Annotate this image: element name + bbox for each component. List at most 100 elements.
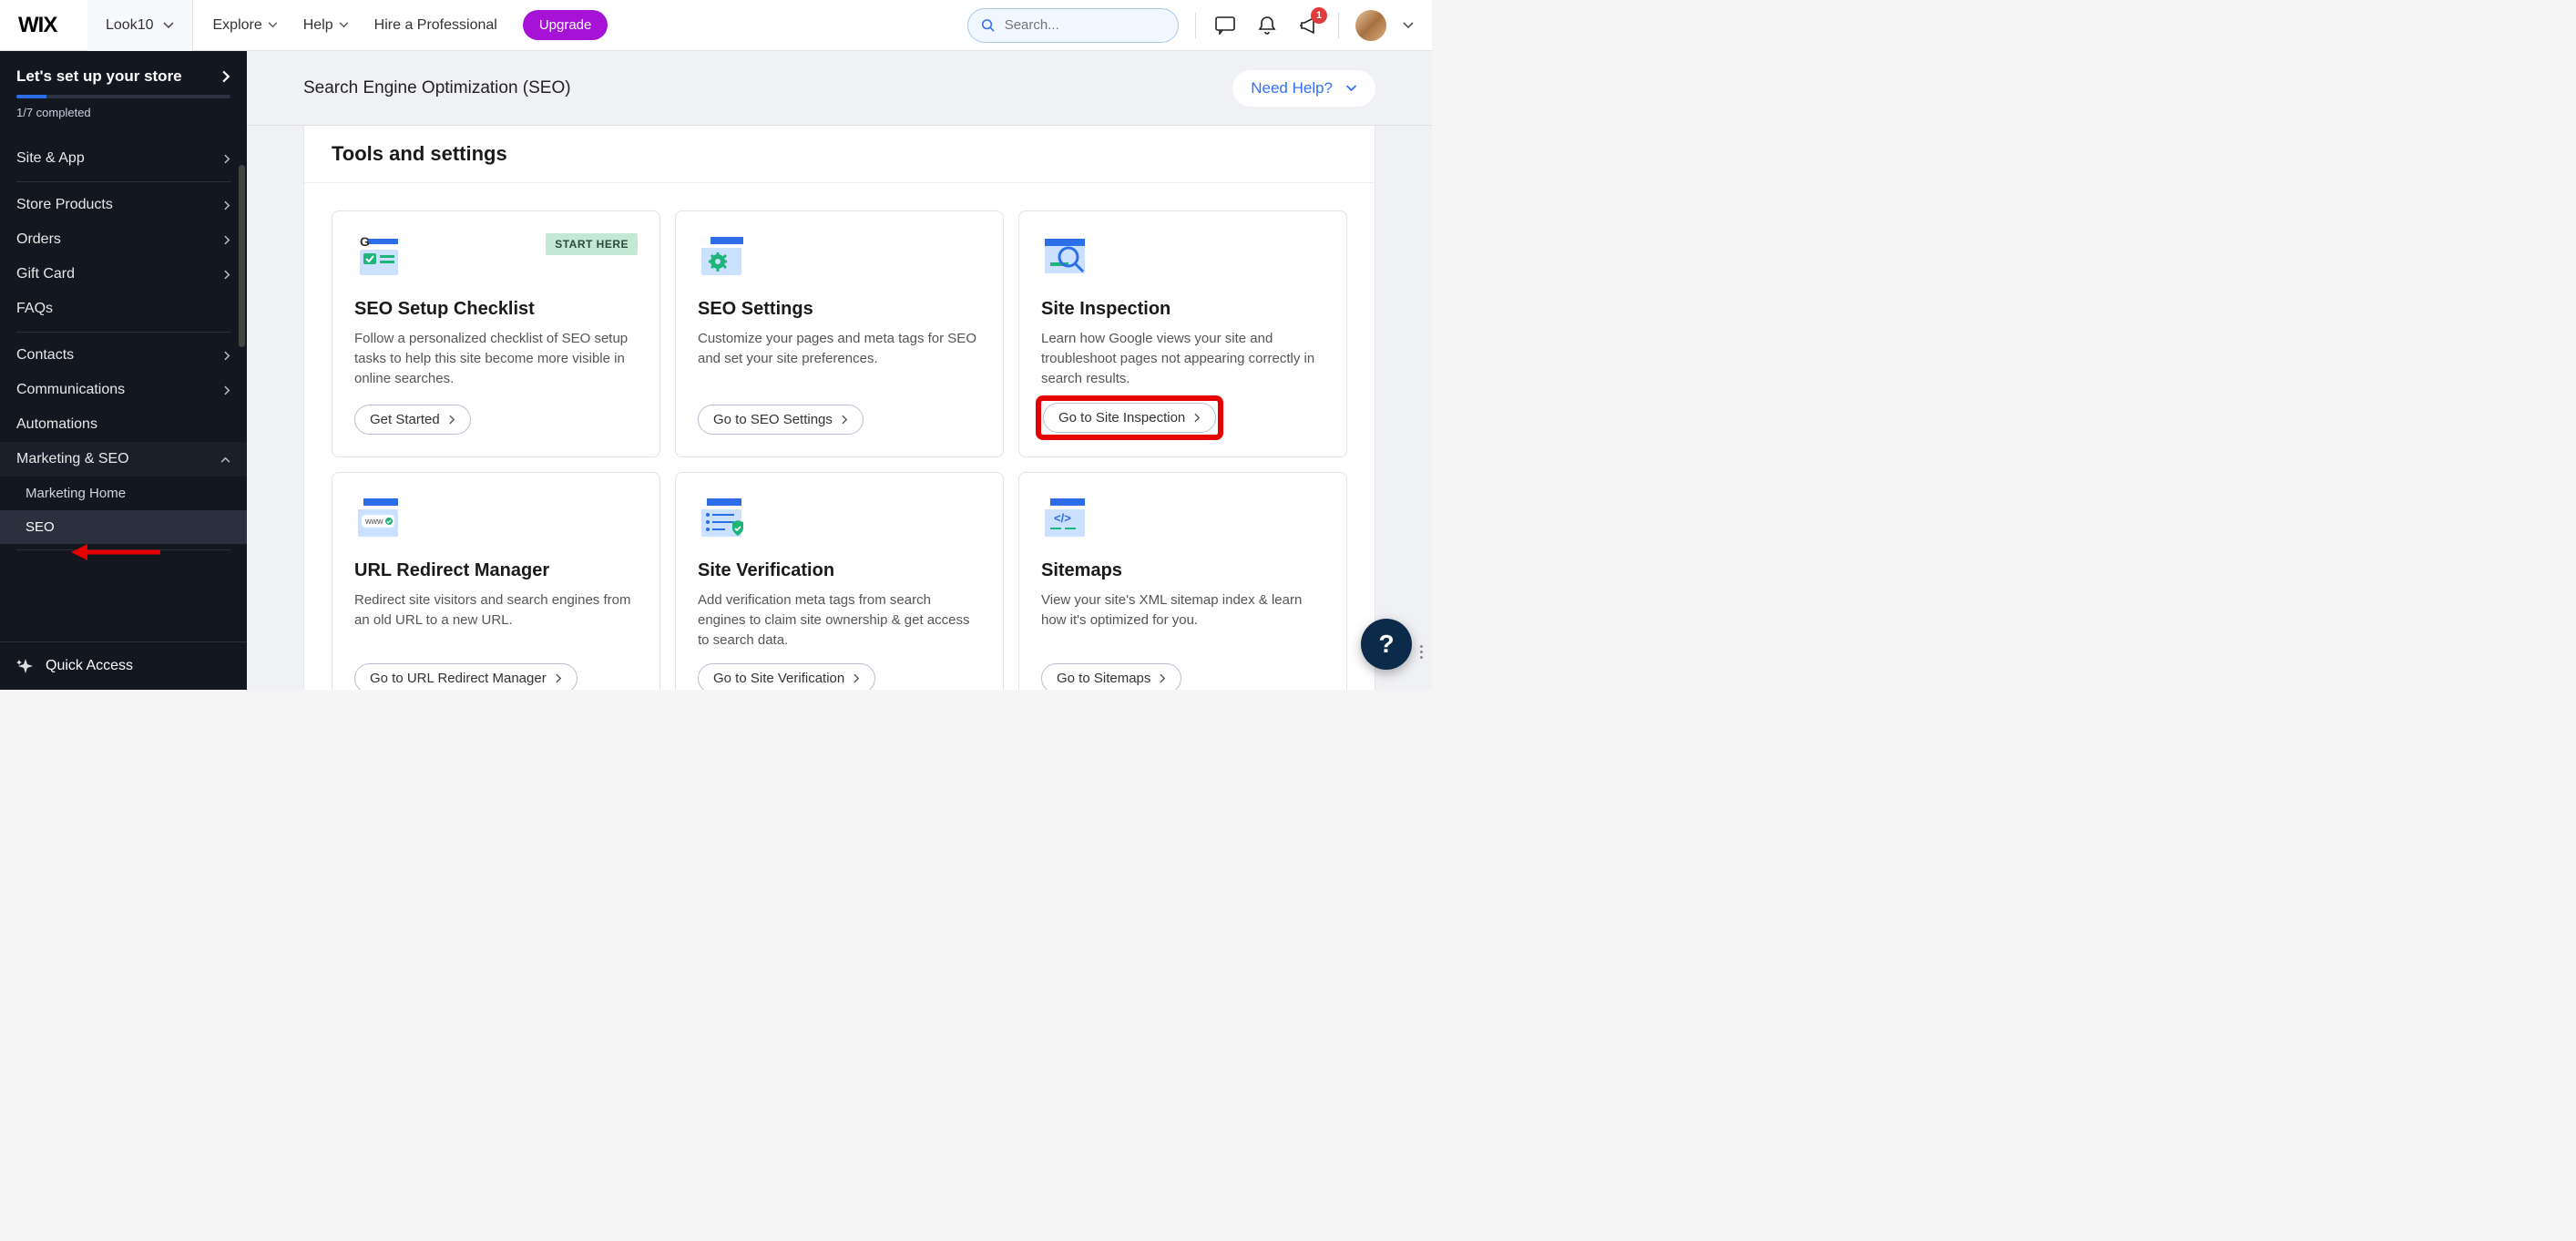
- nav-hire[interactable]: Hire a Professional: [374, 17, 497, 34]
- divider: [16, 332, 230, 333]
- progress-text: 1/7 completed: [16, 106, 230, 119]
- search-box[interactable]: [967, 8, 1179, 43]
- card-title: URL Redirect Manager: [354, 560, 638, 581]
- chevron-right-icon: [556, 673, 562, 683]
- cards-grid: G START HERE SEO Setup Checklist Follow …: [304, 183, 1375, 690]
- card-title: Site Verification: [698, 560, 981, 581]
- page-header: Search Engine Optimization (SEO) Need He…: [247, 51, 1432, 126]
- redirect-icon: www: [354, 495, 405, 540]
- topbar: WIX Look10 Explore Help Hire a Professio…: [0, 0, 1432, 51]
- sparkle-icon: [16, 657, 35, 675]
- chevron-right-icon: [224, 385, 230, 395]
- quick-access[interactable]: Quick Access: [0, 641, 247, 690]
- chevron-down-icon: [339, 22, 349, 28]
- chevron-right-icon: [224, 200, 230, 210]
- svg-text:</>: </>: [1054, 511, 1071, 525]
- sidebar-subitem-marketing-home[interactable]: Marketing Home: [0, 477, 247, 510]
- chevron-up-icon: [220, 456, 230, 463]
- topbar-right: 1: [967, 8, 1432, 43]
- card-title: Site Inspection: [1041, 299, 1324, 320]
- sitemaps-button[interactable]: Go to Sitemaps: [1041, 663, 1181, 691]
- get-started-button[interactable]: Get Started: [354, 405, 471, 435]
- help-fab[interactable]: ?: [1361, 619, 1412, 670]
- chevron-right-icon: [224, 154, 230, 164]
- help-fab-more[interactable]: [1414, 645, 1428, 659]
- chevron-right-icon: [224, 351, 230, 361]
- site-verification-button[interactable]: Go to Site Verification: [698, 663, 875, 691]
- setup-title[interactable]: Let's set up your store: [16, 67, 230, 86]
- sidebar-item-orders[interactable]: Orders: [0, 222, 247, 257]
- upgrade-button[interactable]: Upgrade: [523, 10, 608, 40]
- verification-icon: [698, 495, 749, 540]
- url-redirect-button[interactable]: Go to URL Redirect Manager: [354, 663, 578, 691]
- site-selector[interactable]: Look10: [87, 0, 193, 51]
- card-desc: Add verification meta tags from search e…: [698, 590, 981, 650]
- search-input[interactable]: [1005, 17, 1165, 33]
- bell-icon[interactable]: [1254, 13, 1280, 38]
- seo-settings-button[interactable]: Go to SEO Settings: [698, 405, 864, 435]
- card-desc: View your site's XML sitemap index & lea…: [1041, 590, 1324, 650]
- scrollbar[interactable]: [239, 165, 245, 347]
- sidebar-item-partial: [0, 130, 247, 141]
- card-seo-settings: SEO Settings Customize your pages and me…: [675, 210, 1004, 457]
- card-title: SEO Setup Checklist: [354, 299, 638, 320]
- card-title: Sitemaps: [1041, 560, 1324, 581]
- site-inspection-button[interactable]: Go to Site Inspection: [1043, 403, 1216, 433]
- sidebar-item-automations[interactable]: Automations: [0, 407, 247, 442]
- page-title: Search Engine Optimization (SEO): [303, 78, 571, 98]
- divider: [1338, 13, 1339, 38]
- nav-explore[interactable]: Explore: [213, 17, 278, 34]
- card-desc: Follow a personalized checklist of SEO s…: [354, 329, 638, 392]
- notification-badge: 1: [1311, 7, 1327, 24]
- sidebar-scroll[interactable]: Site & App Store Products Orders Gift Ca…: [0, 130, 247, 641]
- avatar[interactable]: [1355, 10, 1386, 41]
- content-area: Search Engine Optimization (SEO) Need He…: [247, 51, 1432, 690]
- sidebar-item-contacts[interactable]: Contacts: [0, 338, 247, 373]
- chevron-right-icon: [449, 415, 455, 425]
- sidebar-item-communications[interactable]: Communications: [0, 373, 247, 407]
- card-seo-checklist: G START HERE SEO Setup Checklist Follow …: [332, 210, 660, 457]
- chevron-down-icon: [1345, 85, 1357, 92]
- chevron-down-icon[interactable]: [1403, 22, 1414, 29]
- chevron-down-icon: [268, 22, 278, 28]
- inspection-icon: [1041, 233, 1092, 279]
- svg-text:G: G: [360, 234, 370, 249]
- topnav: Explore Help Hire a Professional Upgrade: [193, 10, 608, 40]
- card-site-verification: Site Verification Add verification meta …: [675, 472, 1004, 690]
- card-url-redirect: www URL Redirect Manager Redirect site v…: [332, 472, 660, 690]
- chevron-right-icon: [854, 673, 860, 683]
- sidebar-subitem-seo[interactable]: SEO: [0, 510, 247, 544]
- tools-header: Tools and settings: [304, 126, 1375, 183]
- sidebar-item-site-app[interactable]: Site & App: [0, 141, 247, 176]
- tools-panel: Tools and settings G START HERE SEO Setu…: [303, 126, 1375, 690]
- chevron-right-icon: [842, 415, 848, 425]
- setup-section: Let's set up your store 1/7 completed: [0, 51, 247, 130]
- card-sitemaps: </> Sitemaps View your site's XML sitema…: [1018, 472, 1347, 690]
- svg-text:www: www: [364, 517, 383, 526]
- sidebar-item-marketing-seo[interactable]: Marketing & SEO: [0, 442, 247, 477]
- checklist-icon: G: [354, 233, 405, 279]
- chevron-right-icon: [224, 235, 230, 245]
- sidebar-item-faqs[interactable]: FAQs: [0, 292, 247, 326]
- card-desc: Customize your pages and meta tags for S…: [698, 329, 981, 392]
- search-icon: [981, 17, 996, 34]
- chevron-right-icon: [222, 70, 230, 83]
- sidebar-item-gift-card[interactable]: Gift Card: [0, 257, 247, 292]
- divider: [16, 549, 230, 550]
- sidebar: Let's set up your store 1/7 completed Si…: [0, 51, 247, 690]
- need-help-button[interactable]: Need Help?: [1232, 70, 1375, 107]
- card-title: SEO Settings: [698, 299, 981, 320]
- wix-logo[interactable]: WIX: [0, 13, 87, 38]
- sidebar-item-store-products[interactable]: Store Products: [0, 188, 247, 222]
- settings-icon: [698, 233, 749, 279]
- highlight-annotation: Go to Site Inspection: [1041, 401, 1218, 435]
- card-site-inspection: Site Inspection Learn how Google views y…: [1018, 210, 1347, 457]
- megaphone-icon[interactable]: 1: [1296, 13, 1322, 38]
- nav-help[interactable]: Help: [303, 17, 349, 34]
- chevron-right-icon: [1160, 673, 1166, 683]
- card-desc: Redirect site visitors and search engine…: [354, 590, 638, 650]
- divider: [16, 181, 230, 182]
- chat-icon[interactable]: [1212, 13, 1238, 38]
- divider: [1195, 13, 1196, 38]
- chevron-right-icon: [224, 270, 230, 280]
